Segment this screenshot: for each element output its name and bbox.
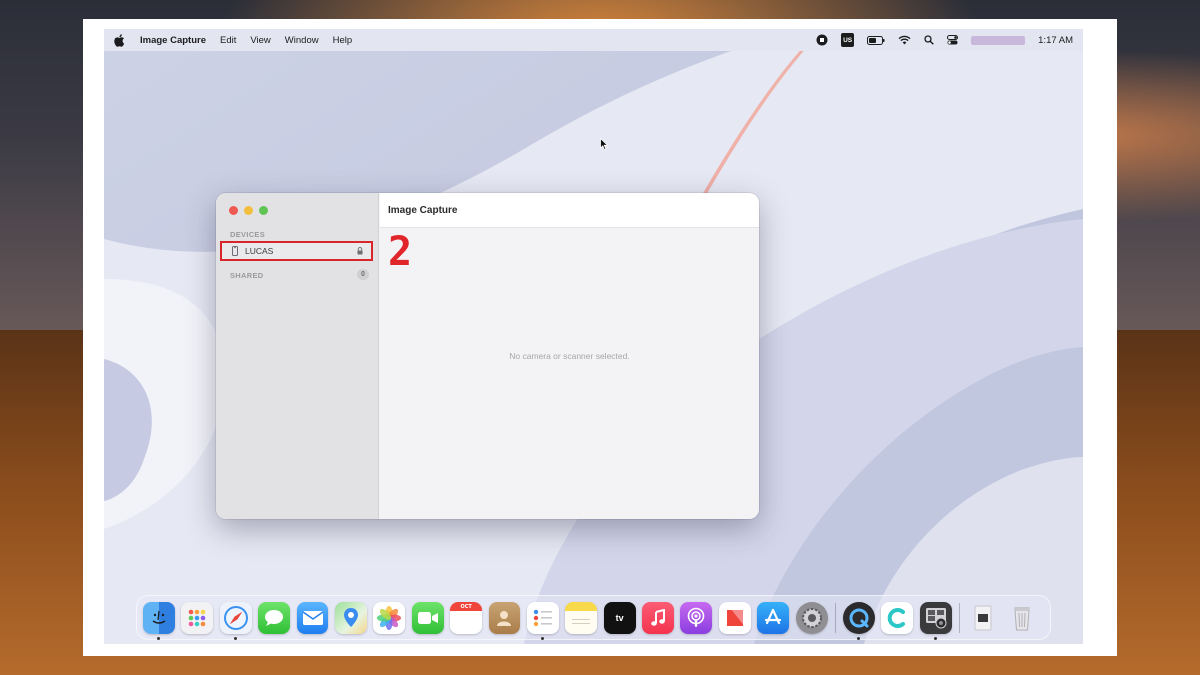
calendar-icon[interactable]: OCT (450, 601, 483, 634)
sidebar: DEVICES LUCAS SHARED 0 (216, 193, 379, 519)
dock-divider-2 (959, 602, 961, 633)
calendar-month-label: OCT (460, 603, 472, 610)
window-controls (229, 206, 268, 215)
image-capture-window: DEVICES LUCAS SHARED 0 Image Capture No … (216, 193, 759, 519)
podcasts-icon[interactable] (680, 601, 713, 634)
tv-icon[interactable]: tv (603, 601, 636, 634)
empty-state-message: No camera or scanner selected. (509, 351, 630, 361)
appstore-icon[interactable] (757, 601, 790, 634)
shared-section-label: SHARED (230, 271, 264, 280)
photos-icon[interactable] (373, 601, 406, 634)
safari-icon[interactable] (219, 601, 252, 640)
menu-window[interactable]: Window (285, 35, 319, 46)
mac-desktop: Image Capture Edit View Window Help US 1… (104, 29, 1083, 644)
zoom-button[interactable] (259, 206, 268, 215)
battery-icon[interactable] (867, 33, 885, 47)
device-name: LUCAS (245, 246, 274, 256)
notes-icon[interactable] (565, 601, 598, 634)
sidebar-item-device[interactable]: LUCAS (220, 241, 373, 261)
news-icon[interactable] (718, 601, 751, 634)
contacts-icon[interactable] (488, 601, 521, 634)
control-center-icon[interactable] (947, 33, 959, 47)
window-title: Image Capture (388, 204, 458, 216)
music-icon[interactable] (642, 601, 674, 634)
apple-menu-icon[interactable] (114, 33, 128, 47)
quicktime-icon[interactable] (843, 601, 875, 640)
system-preferences-icon[interactable] (795, 601, 828, 634)
menu-app-name[interactable]: Image Capture (140, 35, 206, 46)
menu-clock[interactable]: 1:17 AM (1038, 35, 1073, 46)
menu-bar: Image Capture Edit View Window Help US 1… (104, 29, 1083, 51)
facetime-icon[interactable] (411, 601, 444, 634)
screen-recording-icon[interactable] (816, 33, 828, 47)
maps-icon[interactable] (334, 601, 367, 634)
step-number-annotation: 2 (388, 229, 413, 275)
dock-divider (835, 602, 837, 633)
tv-label: tv (615, 612, 624, 623)
trash-icon[interactable] (1006, 602, 1038, 634)
image-capture-icon[interactable] (919, 601, 952, 640)
menu-edit[interactable]: Edit (220, 35, 236, 46)
wifi-icon[interactable] (898, 33, 911, 47)
redacted-user-name (971, 35, 1026, 45)
canva-icon[interactable] (881, 601, 914, 634)
devices-section-label: DEVICES (230, 230, 266, 239)
mouse-pointer-icon (600, 137, 609, 156)
spotlight-search-icon[interactable] (924, 33, 934, 47)
main-title-bar: Image Capture (380, 193, 759, 228)
mail-icon[interactable] (296, 601, 329, 634)
finder-icon[interactable] (143, 601, 175, 640)
main-content: No camera or scanner selected. (380, 228, 759, 519)
shared-count-badge: 0 (357, 269, 369, 280)
downloads-stack-icon[interactable] (967, 602, 999, 634)
menu-help[interactable]: Help (333, 35, 353, 46)
iphone-icon (232, 246, 238, 256)
launchpad-icon[interactable] (181, 601, 214, 634)
status-area: US 1:17 AM (816, 33, 1073, 47)
lock-icon (357, 247, 363, 255)
close-button[interactable] (229, 206, 238, 215)
dock: OCT tv (136, 595, 1051, 640)
minimize-button[interactable] (244, 206, 253, 215)
messages-icon[interactable] (258, 601, 291, 634)
menu-view[interactable]: View (250, 35, 270, 46)
reminders-icon[interactable] (526, 601, 559, 640)
input-source-indicator[interactable]: US (841, 33, 855, 47)
